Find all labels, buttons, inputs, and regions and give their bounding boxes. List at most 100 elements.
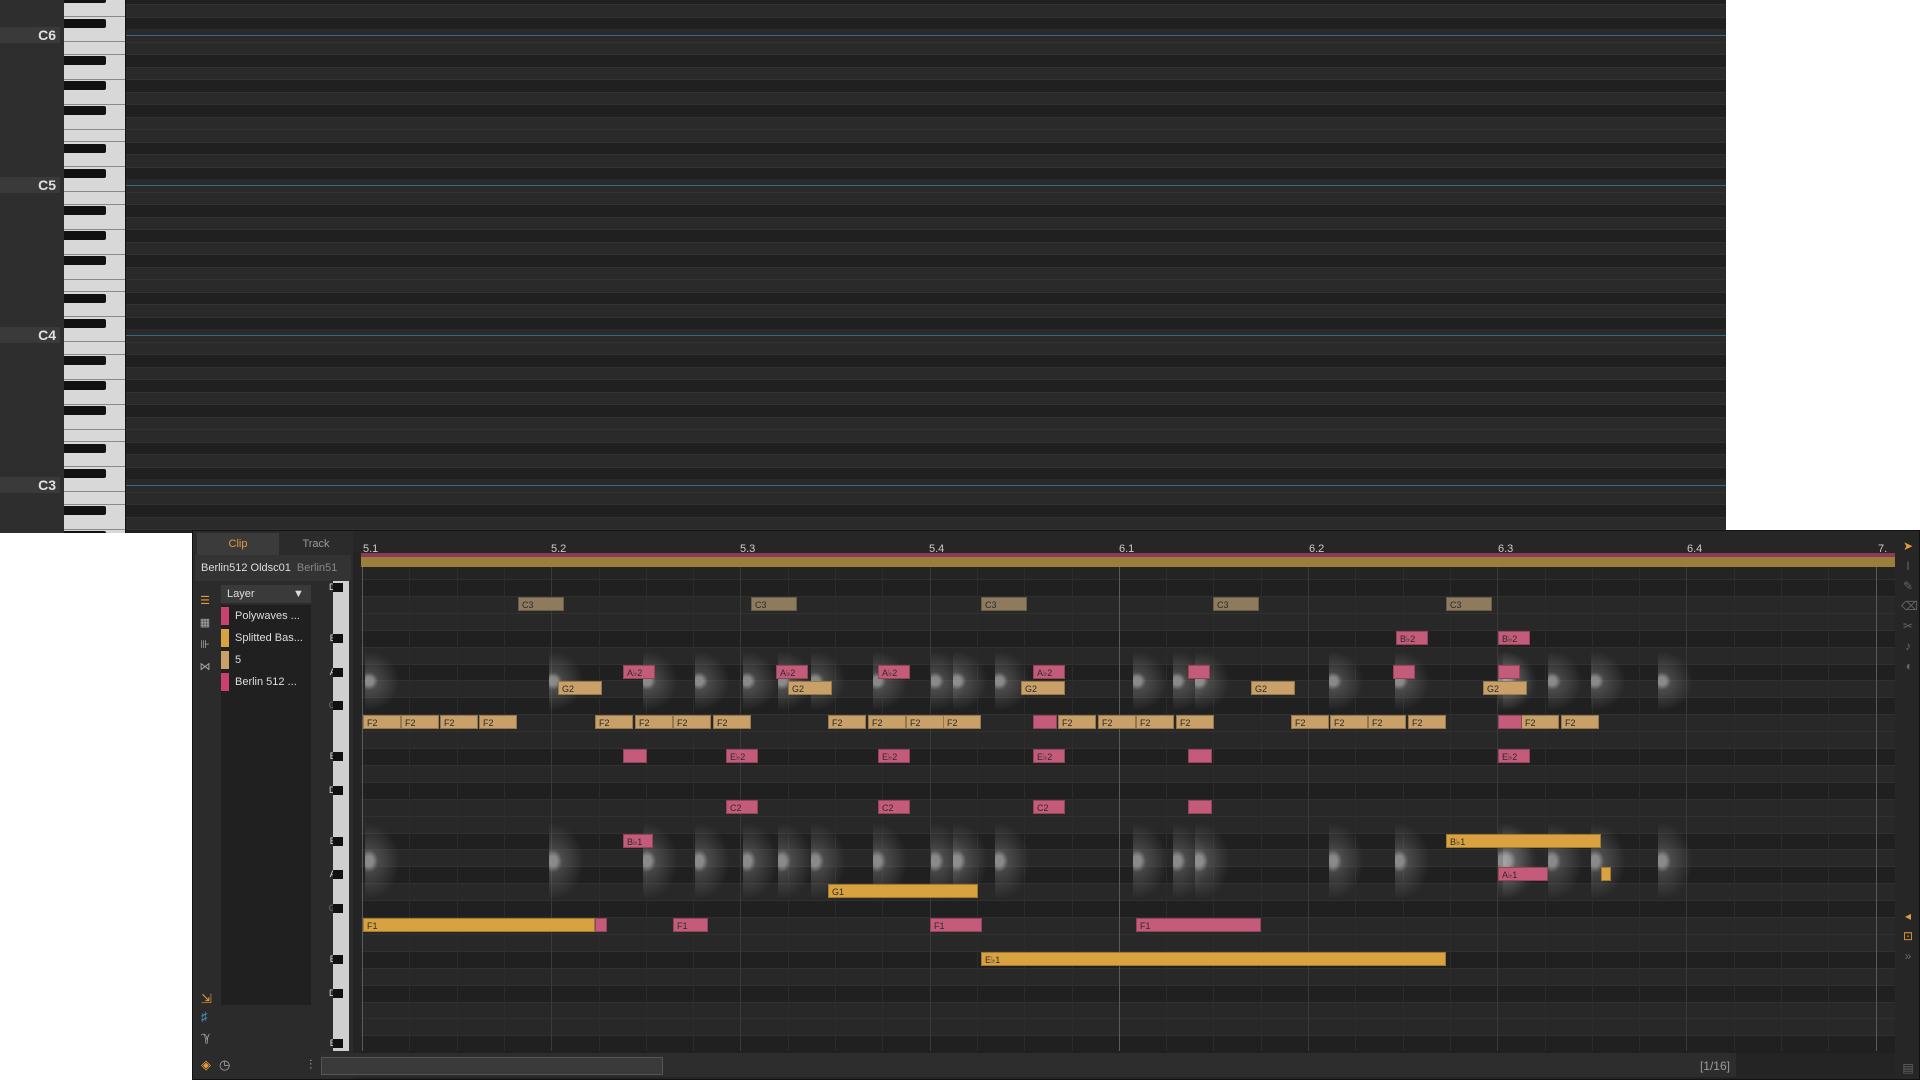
layers-icon[interactable]: ◈ [201, 1057, 211, 1073]
midi-note[interactable] [1033, 715, 1057, 730]
black-key[interactable] [333, 583, 343, 592]
grid-view-icon[interactable]: ▦ [199, 617, 211, 629]
follow-icon[interactable]: ◂ [1901, 909, 1915, 923]
midi-note[interactable]: F2 [1330, 715, 1368, 730]
midi-note[interactable]: F2 [479, 715, 517, 730]
midi-note[interactable]: F1 [673, 918, 708, 932]
black-key[interactable] [333, 752, 343, 761]
midi-note[interactable]: B♭1 [623, 833, 653, 848]
speaker-icon[interactable]: ◖ [1901, 659, 1915, 673]
black-key[interactable] [64, 18, 106, 28]
midi-note[interactable]: C3 [981, 596, 1027, 611]
black-key[interactable] [333, 988, 343, 998]
midi-note[interactable]: F1 [1136, 918, 1261, 932]
black-key[interactable] [64, 0, 106, 3]
black-key[interactable] [64, 406, 106, 415]
black-key[interactable] [64, 381, 106, 390]
black-key[interactable] [64, 318, 106, 328]
audio-view-icon[interactable]: ⊪ [199, 639, 211, 651]
midi-note[interactable]: C3 [1213, 596, 1259, 611]
list-view-icon[interactable]: ☰ [199, 595, 211, 607]
layer-item[interactable]: Berlin 512 ... [221, 671, 311, 693]
midi-note[interactable]: B♭1 [1446, 833, 1601, 848]
midi-note[interactable] [1498, 715, 1522, 730]
black-key[interactable] [333, 785, 343, 795]
midi-note[interactable]: G2 [558, 681, 602, 696]
black-key[interactable] [333, 633, 343, 643]
layer-item[interactable]: Polywaves ... [221, 605, 311, 627]
midi-note[interactable]: G2 [1021, 681, 1065, 696]
midi-note[interactable]: A♭2 [878, 664, 910, 679]
midi-note[interactable] [1188, 799, 1212, 814]
grid-icon[interactable]: ♯ [201, 1009, 208, 1024]
midi-note[interactable]: C3 [518, 596, 564, 611]
black-key[interactable] [333, 1039, 343, 1049]
fit-icon[interactable]: ⊡ [1901, 929, 1915, 943]
midi-note[interactable]: E♭2 [878, 749, 910, 763]
clip-name-bar[interactable]: Berlin512 Oldsc01 Berlin51 [195, 555, 351, 581]
midi-note[interactable] [1188, 664, 1210, 679]
black-key[interactable] [64, 256, 106, 265]
midi-note[interactable]: G2 [1251, 681, 1295, 696]
top-piano-roll[interactable]: C6 C5 C4 C3 [0, 0, 1726, 533]
layer-item[interactable]: Splitted Bas... [221, 627, 311, 649]
midi-note[interactable]: E♭2 [726, 749, 758, 763]
midi-note[interactable]: F2 [1408, 715, 1446, 730]
black-key[interactable] [64, 81, 106, 90]
black-key[interactable] [64, 468, 106, 478]
menu-icon[interactable]: ▤ [1901, 1061, 1915, 1075]
midi-note[interactable]: F2 [1521, 715, 1559, 730]
midi-note[interactable]: F2 [828, 715, 866, 730]
midi-note[interactable]: E♭2 [1498, 749, 1530, 763]
midi-note[interactable]: A♭2 [623, 664, 655, 679]
black-key[interactable] [64, 206, 106, 215]
midi-note[interactable]: F1 [363, 918, 595, 932]
midi-note[interactable]: G1 [828, 884, 978, 899]
pencil-tool-icon[interactable]: ✎ [1901, 579, 1915, 593]
midi-note[interactable]: E♭1 [981, 951, 1446, 966]
overview-scrollbar[interactable]: [1/16] [321, 1053, 1736, 1077]
audition-tool-icon[interactable]: ♪ [1901, 639, 1915, 653]
black-key[interactable] [64, 231, 106, 240]
midi-note[interactable]: F2 [401, 715, 439, 730]
midi-note[interactable]: F2 [1561, 715, 1599, 730]
midi-note[interactable]: G2 [788, 681, 832, 696]
midi-note[interactable]: F2 [673, 715, 711, 730]
tab-track[interactable]: Track [279, 533, 353, 555]
editor-note-grid[interactable]: 5.1 5.2 5.3 5.4 6.1 6.2 6.3 6.4 7. C3 C3 C3 C3 C3 B♭2… [353, 531, 1896, 1079]
black-key[interactable] [64, 443, 106, 453]
filter-icon[interactable]: ▼ [293, 585, 309, 603]
scrollbar-thumb[interactable] [321, 1057, 663, 1075]
pointer-tool-icon[interactable]: ➤ [1901, 539, 1915, 553]
black-key[interactable] [333, 954, 343, 964]
timeline-ruler[interactable]: 5.1 5.2 5.3 5.4 6.1 6.2 6.3 6.4 7. [353, 531, 1896, 555]
midi-note[interactable]: F2 [635, 715, 673, 730]
black-key[interactable] [333, 667, 343, 677]
midi-note[interactable] [1188, 749, 1212, 763]
midi-note[interactable]: F2 [1291, 715, 1329, 730]
editor-piano-keys[interactable] [333, 581, 349, 1051]
midi-note[interactable] [1393, 664, 1415, 679]
black-key[interactable] [333, 904, 343, 914]
midi-note[interactable]: F2 [868, 715, 906, 730]
black-key[interactable] [64, 506, 106, 515]
midi-note[interactable]: E♭2 [1033, 749, 1065, 763]
black-key[interactable] [64, 56, 106, 65]
midi-note[interactable]: A♭2 [1033, 664, 1065, 679]
clock-icon[interactable]: ◷ [219, 1057, 230, 1073]
midi-note[interactable]: F2 [1098, 715, 1136, 730]
note-grid[interactable] [125, 0, 1726, 533]
midi-note[interactable] [595, 918, 607, 932]
midi-note[interactable]: F2 [1368, 715, 1406, 730]
clip-editor-panel[interactable]: Clip Track Berlin512 Oldsc01 Berlin51 ☰ ▦… [192, 530, 1920, 1080]
time-select-tool-icon[interactable]: I [1901, 559, 1915, 573]
midi-note[interactable]: F2 [713, 715, 751, 730]
black-key[interactable] [64, 293, 106, 303]
clip-region-strip[interactable] [361, 553, 1896, 567]
midi-note[interactable]: B♭2 [1396, 630, 1428, 645]
midi-note[interactable]: F2 [1176, 715, 1214, 730]
fold-icon[interactable]: ℽ [201, 1029, 210, 1045]
tab-clip[interactable]: Clip [197, 533, 279, 555]
midi-note[interactable]: F2 [943, 715, 981, 730]
midi-note[interactable]: F1 [930, 918, 982, 932]
